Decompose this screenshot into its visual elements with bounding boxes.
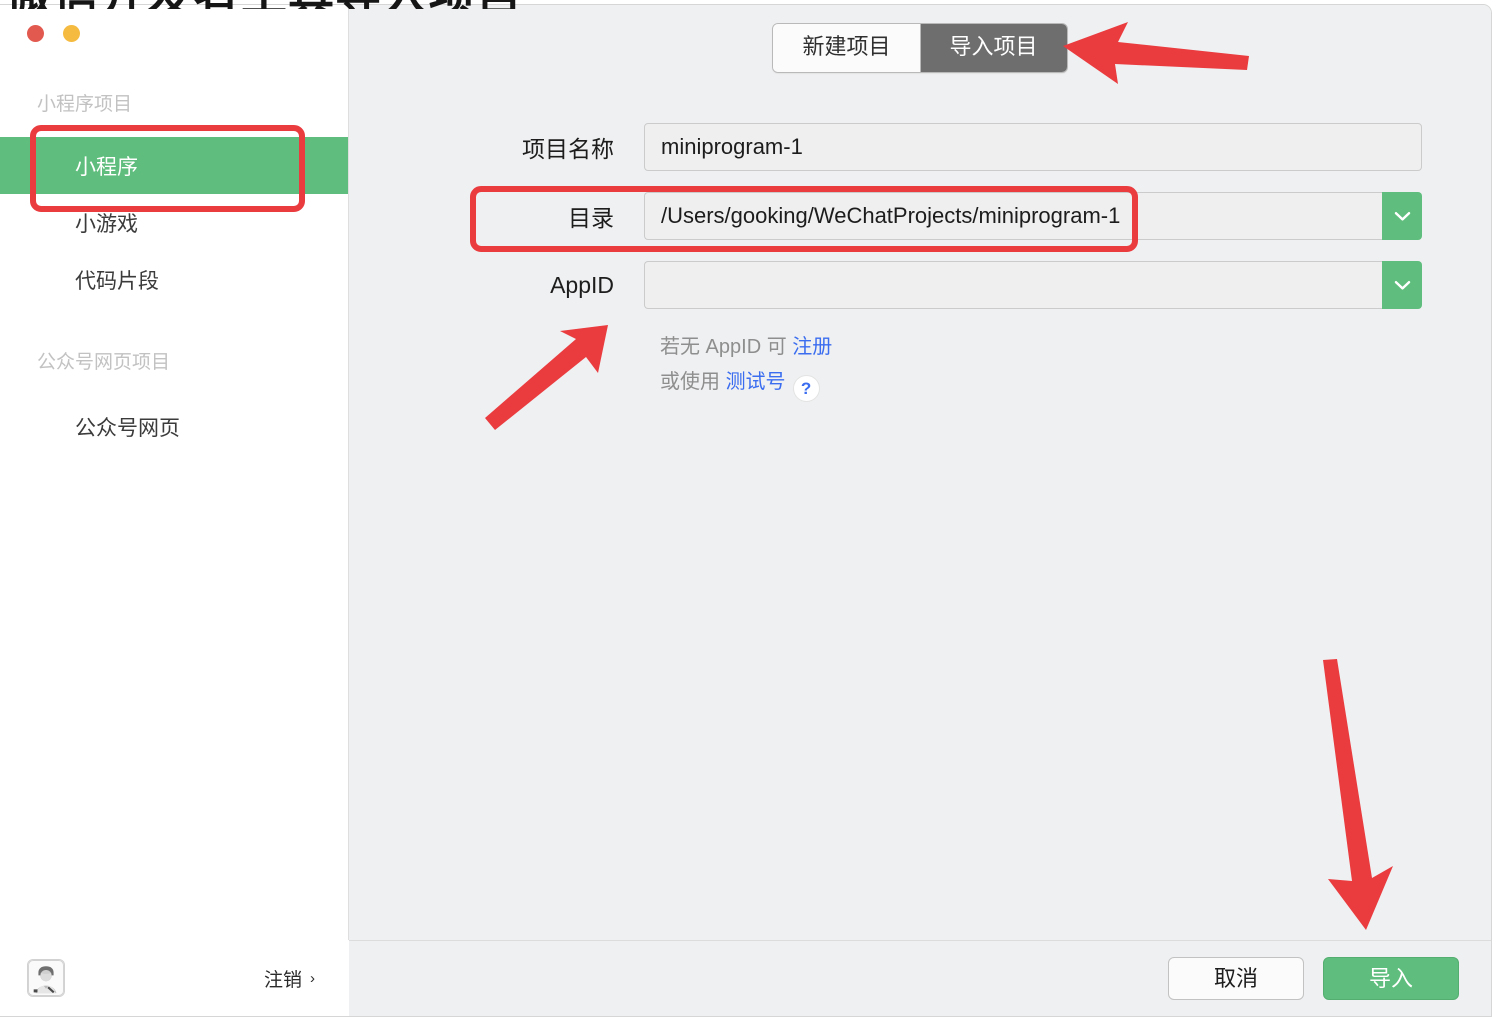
sidebar-item-minigame[interactable]: 小游戏 (0, 194, 348, 251)
sidebar-group-title-official-account: 公众号网页项目 (37, 352, 171, 373)
import-label: 导入 (1368, 965, 1413, 991)
tab-import-project[interactable]: 导入项目 (919, 24, 1067, 73)
test-account-link[interactable]: 测试号 (726, 371, 786, 393)
sidebar-item-label: 小程序 (75, 155, 138, 179)
sidebar-group-title-miniprogram: 小程序项目 (37, 94, 133, 115)
form-row-project-name: 项目名称 miniprogram-1 (349, 123, 1491, 172)
hint-text: 若无 AppID 可 (660, 336, 793, 359)
cancel-button[interactable]: 取消 (1168, 957, 1304, 1000)
sidebar-group-official-account: 公众号网页项目 公众号网页 (0, 353, 348, 455)
label-project-name: 项目名称 (522, 136, 614, 163)
minimize-button[interactable] (63, 25, 80, 42)
project-name-input[interactable]: miniprogram-1 (644, 123, 1422, 172)
tabs-row: 新建项目 导入项目 (349, 5, 1491, 74)
help-icon[interactable]: ? (792, 374, 820, 402)
chevron-right-icon: › (310, 969, 315, 987)
appid-hint-line-1: 若无 AppID 可 注册 (660, 330, 1491, 364)
appid-input[interactable] (644, 261, 1382, 310)
main-panel: 新建项目 导入项目 项目名称 miniprogram-1 目录 /Users/g… (349, 5, 1491, 1016)
field-wrap-appid (644, 261, 1422, 310)
dialog-footer: 取消 导入 (349, 940, 1491, 1016)
field-wrap-project-name: miniprogram-1 (644, 123, 1422, 172)
directory-input[interactable]: /Users/gooking/WeChatProjects/miniprogra… (644, 192, 1382, 241)
window-traffic-lights (27, 25, 80, 42)
sidebar: 小程序项目 小程序 小游戏 代码片段 公众号网页项目 公众号网页 注销 › (0, 5, 349, 1016)
close-button[interactable] (27, 25, 44, 42)
avatar[interactable] (27, 959, 65, 997)
import-button[interactable]: 导入 (1323, 957, 1459, 1000)
cutoff-heading-text: 微信开发者工具导入项目 (6, 0, 523, 9)
sidebar-footer: 注销 › (0, 940, 349, 1016)
chevron-down-icon (1394, 211, 1410, 221)
field-wrap-directory: /Users/gooking/WeChatProjects/miniprogra… (644, 192, 1422, 241)
sidebar-item-label: 公众号网页 (75, 416, 180, 440)
chevron-down-icon (1394, 280, 1410, 290)
sidebar-item-label: 小游戏 (75, 212, 138, 236)
label-directory: 目录 (568, 205, 614, 232)
form-row-directory: 目录 /Users/gooking/WeChatProjects/minipro… (349, 192, 1491, 241)
sidebar-item-code-snippet[interactable]: 代码片段 (0, 251, 348, 308)
logout-button[interactable]: 注销 › (264, 965, 315, 992)
hint-text: 或使用 (660, 370, 726, 393)
sidebar-item-official-account-page[interactable]: 公众号网页 (0, 398, 348, 455)
logout-label: 注销 (263, 969, 302, 991)
appid-hint-line-2: 或使用 测试号? (660, 365, 1491, 402)
sidebar-group-miniprogram: 小程序项目 小程序 小游戏 代码片段 (0, 95, 348, 308)
tab-new-project[interactable]: 新建项目 (773, 24, 920, 73)
appid-hint: 若无 AppID 可 注册 或使用 测试号? (644, 330, 1491, 402)
directory-dropdown-button[interactable] (1382, 192, 1422, 241)
label-appid: AppID (550, 271, 614, 298)
import-project-form: 项目名称 miniprogram-1 目录 /Users/gooking/WeC… (349, 123, 1491, 402)
sidebar-item-label: 代码片段 (75, 269, 159, 293)
cancel-label: 取消 (1213, 965, 1258, 991)
app-window: 小程序项目 小程序 小游戏 代码片段 公众号网页项目 公众号网页 注销 › 新建… (0, 4, 1492, 1017)
register-link[interactable]: 注册 (792, 336, 832, 358)
tab-switcher: 新建项目 导入项目 (772, 23, 1068, 74)
sidebar-item-miniprogram[interactable]: 小程序 (0, 137, 348, 194)
form-row-appid: AppID (349, 261, 1491, 310)
tab-label: 新建项目 (802, 34, 891, 59)
appid-dropdown-button[interactable] (1382, 261, 1422, 310)
cutoff-heading-strip: 微信开发者工具导入项目 (0, 0, 1500, 9)
tab-label: 导入项目 (949, 34, 1038, 59)
